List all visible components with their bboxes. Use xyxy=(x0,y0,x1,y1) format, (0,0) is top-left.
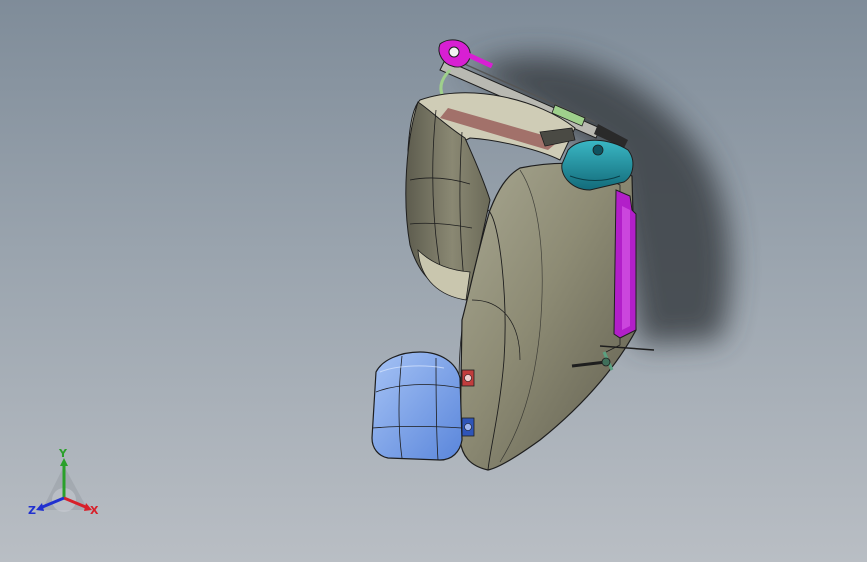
cad-viewport[interactable]: Y X Z xyxy=(0,0,867,562)
recline-knob[interactable] xyxy=(561,139,634,191)
triad-z-label: Z xyxy=(28,504,36,517)
axis-triad[interactable]: Y X Z xyxy=(22,448,108,524)
seat-assembly-model[interactable] xyxy=(0,0,867,562)
side-bracket[interactable] xyxy=(613,189,637,339)
impact-cushion[interactable] xyxy=(371,351,463,461)
triad-y-label: Y xyxy=(58,448,68,460)
triad-x-label: X xyxy=(90,504,99,517)
